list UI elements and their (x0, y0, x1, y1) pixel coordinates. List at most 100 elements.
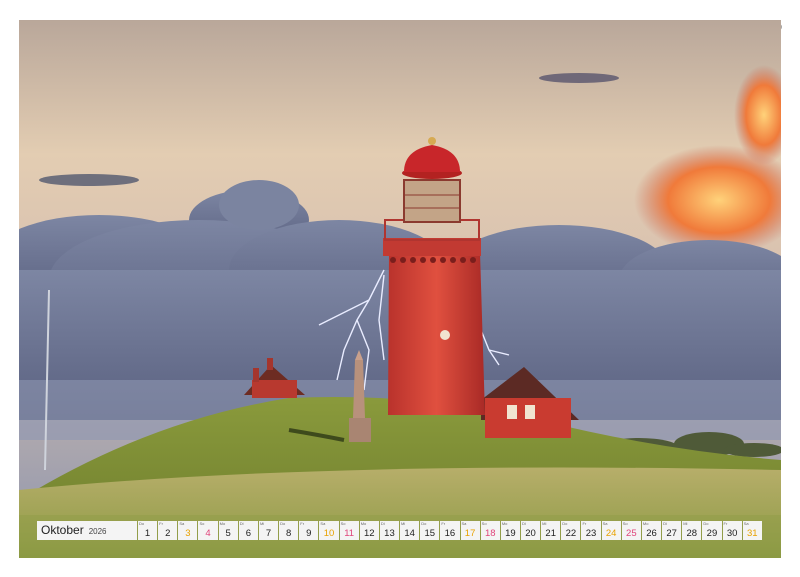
day-cell: Sa 3 (178, 521, 198, 540)
weekday-abbrev: Fr (723, 521, 728, 526)
weekday-abbrev: Sa (602, 521, 608, 526)
day-cell: Mi 14 (400, 521, 420, 540)
weekday-abbrev: Fr (582, 521, 587, 526)
day-cell: Di 20 (520, 521, 541, 540)
day-number: 20 (525, 528, 536, 539)
day-cell: Fr 23 (581, 521, 601, 540)
day-number: 13 (384, 528, 395, 539)
day-number: 17 (464, 528, 476, 539)
day-cell: Do 1 (138, 521, 158, 540)
day-number: 19 (505, 528, 516, 539)
weekday-abbrev: So (481, 521, 487, 526)
cloud-puff (219, 180, 299, 230)
day-cell: Do 22 (561, 521, 581, 540)
weekday-abbrev: Fr (300, 521, 305, 526)
weekday-abbrev: Mi (259, 521, 265, 526)
calendar-photo (19, 20, 781, 558)
day-number: 9 (306, 528, 312, 539)
day-cell: Di 6 (238, 521, 258, 540)
day-number: 6 (245, 528, 251, 539)
weekday-abbrev: Mo (219, 521, 226, 526)
day-cell: Sa 10 (319, 521, 339, 540)
weekday-abbrev: Sa (320, 521, 326, 526)
day-number: 3 (185, 528, 191, 539)
day-number: 14 (404, 528, 415, 539)
day-cell: So 18 (480, 521, 500, 540)
day-number: 12 (364, 528, 375, 539)
day-cell: Sa 31 (742, 521, 762, 540)
day-cell: Do 8 (279, 521, 299, 540)
day-cell: Do 29 (702, 521, 722, 540)
day-cell: So 11 (339, 521, 359, 540)
day-cell: Mo 5 (218, 521, 238, 540)
weekday-abbrev: Mi (401, 521, 406, 526)
day-cell: Fr 2 (158, 521, 178, 540)
day-number: 30 (726, 528, 738, 539)
day-number: 24 (605, 528, 617, 539)
day-cell: Fr 30 (722, 521, 742, 540)
weekday-abbrev: Fr (441, 521, 446, 526)
weekday-abbrev: Di (663, 521, 667, 526)
weekday-abbrev: Di (521, 521, 526, 526)
weekday-abbrev: Di (239, 521, 244, 526)
day-number: 11 (344, 528, 355, 539)
weekday-abbrev: Do (280, 521, 286, 526)
weekday-abbrev: So (340, 521, 346, 526)
weekday-abbrev: Sa (743, 521, 749, 526)
day-number: 4 (205, 528, 211, 539)
wisp-cloud (539, 73, 619, 83)
weekday-abbrev: Do (562, 521, 568, 526)
day-cell: Mo 12 (359, 521, 379, 540)
day-number: 23 (585, 528, 597, 539)
weekday-abbrev: Do (703, 521, 709, 526)
day-number: 2 (165, 528, 171, 539)
day-number: 16 (444, 528, 456, 539)
day-number: 29 (706, 528, 718, 539)
weekday-abbrev: Fr (159, 521, 163, 526)
day-cell: Mi 7 (258, 521, 279, 540)
day-number: 21 (545, 528, 556, 539)
day-cell: So 25 (621, 521, 641, 540)
calendar-strip: Oktober 2026 Do 1 Fr 2 Sa 3 So 4 Mo 5 Di 6 Mi 7 Do 8 Fr 9… (37, 521, 762, 540)
day-cell: Di 27 (662, 521, 682, 540)
weekday-abbrev: Sa (179, 521, 185, 526)
day-cell: So 4 (198, 521, 218, 540)
weekday-abbrev: Sa (461, 521, 467, 526)
day-cell: Sa 24 (601, 521, 621, 540)
day-number: 8 (286, 528, 292, 539)
month-year: 2026 (88, 527, 107, 536)
weekday-abbrev: Di (380, 521, 385, 526)
day-number: 27 (666, 528, 677, 539)
weekday-abbrev: Mo (642, 521, 649, 526)
day-number: 26 (646, 528, 657, 539)
day-number: 22 (565, 528, 577, 539)
day-cell: Sa 17 (460, 521, 480, 540)
day-number: 31 (746, 528, 758, 539)
day-cell: Mo 26 (641, 521, 662, 540)
day-cells: Do 1 Fr 2 Sa 3 So 4 Mo 5 Di 6 Mi 7 Do 8 Fr 9 Sa 10 So 11 Mo 12 D… (138, 521, 762, 540)
wisp-cloud-left (39, 174, 139, 186)
month-label: Oktober 2026 (37, 521, 137, 540)
day-cell: Mi 28 (682, 521, 702, 540)
month-name: Oktober (41, 523, 84, 537)
day-number: 28 (686, 528, 698, 539)
weekday-abbrev: Do (421, 521, 427, 526)
day-number: 25 (626, 528, 637, 539)
weekday-abbrev: Do (139, 521, 145, 526)
day-cell: Mi 21 (541, 521, 561, 540)
day-number: 10 (323, 528, 335, 539)
day-cell: Fr 16 (440, 521, 460, 540)
weekday-abbrev: So (199, 521, 205, 526)
weekday-abbrev: Mi (542, 521, 547, 526)
weekday-abbrev: Mi (683, 521, 688, 526)
day-number: 5 (225, 528, 231, 539)
day-number: 15 (424, 528, 436, 539)
weekday-abbrev: So (622, 521, 628, 526)
day-cell: Do 15 (420, 521, 440, 540)
weekday-abbrev: Mo (360, 521, 367, 526)
lighthouse-scene (19, 20, 781, 558)
weekday-abbrev: Mo (501, 521, 508, 526)
day-number: 1 (144, 528, 151, 539)
day-cell: Di 13 (379, 521, 400, 540)
day-number: 7 (265, 528, 272, 539)
